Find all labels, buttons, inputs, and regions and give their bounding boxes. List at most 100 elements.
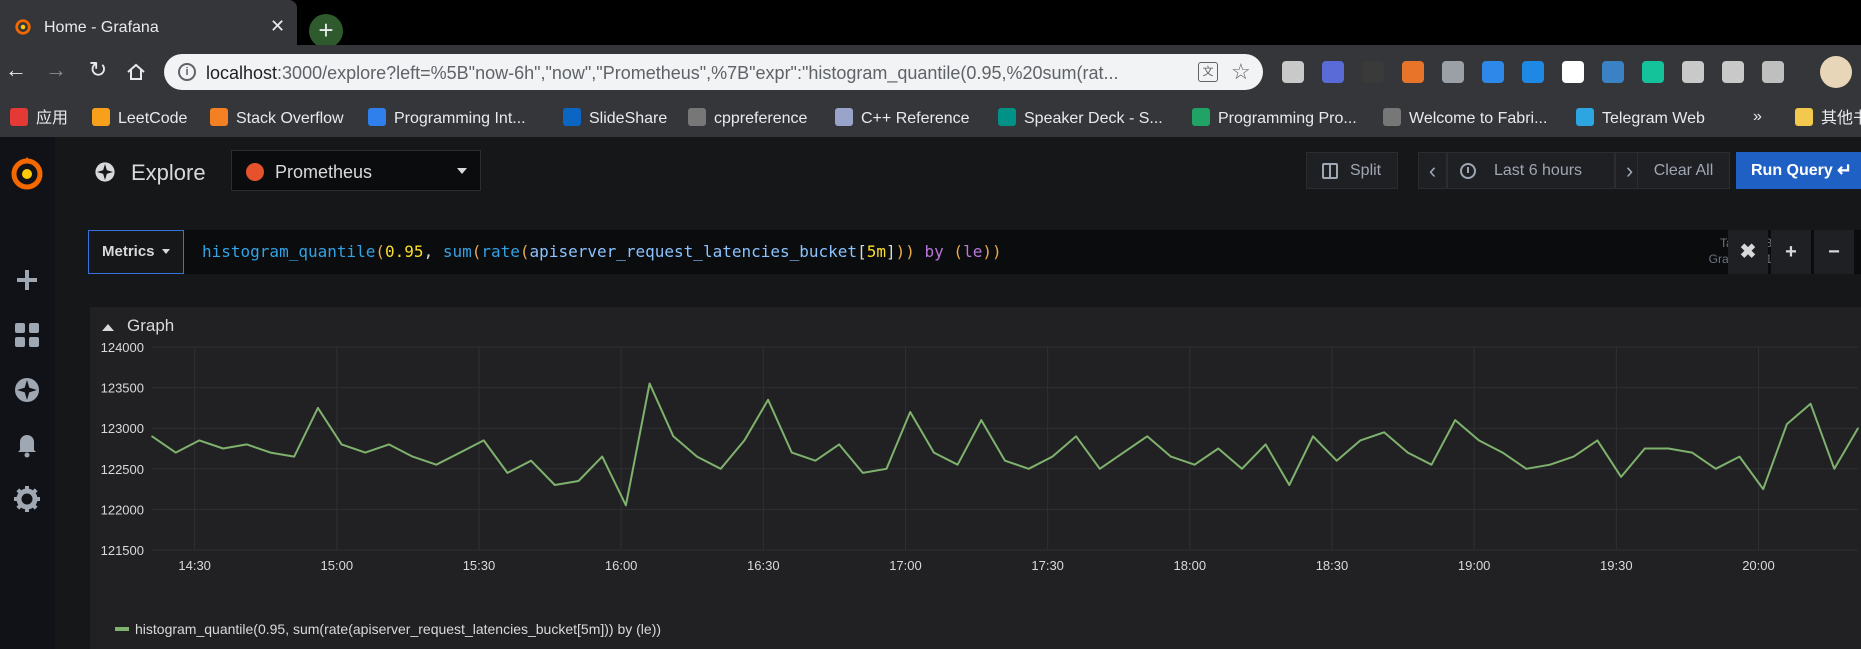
series-point xyxy=(1075,435,1077,438)
back-arrow-icon[interactable]: ← xyxy=(4,59,28,81)
bookmark-star-icon[interactable]: ☆ xyxy=(1231,59,1251,85)
series-point xyxy=(151,435,153,438)
url-text[interactable]: localhost:3000/explore?left=%5B"now-6h",… xyxy=(206,63,1196,84)
time-back-button[interactable]: ‹ xyxy=(1418,152,1447,189)
split-button[interactable]: Split xyxy=(1306,152,1398,189)
other-bookmarks-folder[interactable]: 其他书 xyxy=(1795,108,1861,130)
home-icon[interactable] xyxy=(126,62,146,82)
download-icon[interactable] xyxy=(1762,61,1784,83)
url-host: localhost xyxy=(206,63,278,83)
series-point xyxy=(767,398,769,401)
s-icon[interactable] xyxy=(1522,61,1544,83)
series-point xyxy=(1786,423,1788,425)
tab-close-icon[interactable]: ✕ xyxy=(270,17,285,35)
series-point xyxy=(1264,443,1267,446)
query-token: apiserver_request_latencies_bucket xyxy=(529,242,858,261)
bookmark-item[interactable]: SlideShare xyxy=(563,108,667,130)
query-token xyxy=(915,242,925,261)
series-point xyxy=(554,484,556,486)
query-input[interactable]: histogram_quantile(0.95, sum(rate(apiser… xyxy=(202,242,1002,261)
bookmark-item[interactable]: Welcome to Fabri... xyxy=(1383,108,1547,130)
series-point xyxy=(340,443,343,446)
series-point xyxy=(1857,427,1859,429)
site-info-icon[interactable]: i xyxy=(178,63,196,81)
x-tick-label: 15:30 xyxy=(463,558,496,573)
series-point xyxy=(862,472,864,474)
query-token: histogram_quantile xyxy=(202,242,376,261)
grafana-logo-icon[interactable] xyxy=(7,153,47,193)
series-point xyxy=(1217,447,1220,450)
box-icon[interactable] xyxy=(1602,61,1624,83)
series-point xyxy=(1288,484,1291,486)
search-icon[interactable] xyxy=(1722,61,1744,83)
series-line xyxy=(151,382,1859,507)
collapse-query-button[interactable]: − xyxy=(1814,230,1854,274)
bookmark-label: Programming Int... xyxy=(394,110,526,127)
graph-title: Graph xyxy=(127,316,175,335)
gear-icon[interactable] xyxy=(1682,61,1704,83)
run-query-label: Run Query xyxy=(1751,162,1833,179)
x-tick-label: 16:30 xyxy=(747,558,780,573)
bookmark-item[interactable]: Speaker Deck - S... xyxy=(998,108,1163,130)
time-range-picker[interactable]: Last 6 hours xyxy=(1447,152,1615,189)
metrics-dropdown[interactable]: Metrics xyxy=(88,230,184,274)
other-bookmarks-label: 其他书 xyxy=(1821,110,1861,127)
forward-arrow-icon[interactable]: → xyxy=(44,59,68,81)
explore-main: Explore Prometheus Split ‹ Last 6 hours … xyxy=(55,137,1861,649)
bookmark-item[interactable]: Programming Pro... xyxy=(1192,108,1357,130)
dashboards-grid-icon[interactable] xyxy=(12,320,42,350)
series-point xyxy=(388,443,390,446)
bookmark-item[interactable]: Stack Overflow xyxy=(210,108,344,130)
page-title: Explore xyxy=(131,160,206,185)
bookmark-item[interactable]: Telegram Web xyxy=(1576,108,1705,130)
query-token: le xyxy=(963,242,983,261)
series-point xyxy=(1833,468,1836,470)
new-tab-button[interactable]: + xyxy=(309,14,343,48)
save-icon[interactable] xyxy=(1442,61,1464,83)
reload-icon[interactable]: ↻ xyxy=(86,59,110,81)
enter-icon: ↵ xyxy=(1837,160,1853,180)
translate-icon[interactable]: 文 xyxy=(1198,62,1218,82)
series-point xyxy=(269,451,272,454)
bookmark-label: cppreference xyxy=(714,110,808,127)
split-icon xyxy=(1322,163,1338,179)
pen-icon[interactable] xyxy=(1482,61,1504,83)
alerting-bell-icon[interactable] xyxy=(12,429,42,459)
dots-icon[interactable] xyxy=(1562,61,1584,83)
bookmark-label: Speaker Deck - S... xyxy=(1024,110,1163,127)
bookmark-item[interactable]: cppreference xyxy=(688,108,807,130)
create-plus-icon[interactable] xyxy=(12,265,42,295)
orange-circle-icon[interactable] xyxy=(1402,61,1424,83)
series-point xyxy=(1454,419,1456,421)
r-badge-icon[interactable] xyxy=(1322,61,1344,83)
bookmark-item[interactable]: LeetCode xyxy=(92,108,187,130)
add-query-button[interactable]: + xyxy=(1771,230,1811,274)
cpp-icon xyxy=(688,108,706,126)
run-query-button[interactable]: Run Query ↵ xyxy=(1736,152,1861,189)
remove-query-button[interactable]: ✖ xyxy=(1728,230,1768,274)
address-bar[interactable]: i localhost:3000/explore?left=%5B"now-6h… xyxy=(164,54,1263,90)
bookmark-item[interactable]: 应用 xyxy=(10,108,68,130)
series-point xyxy=(411,455,414,458)
h-icon xyxy=(1192,108,1210,126)
cb-icon[interactable] xyxy=(1362,61,1384,83)
series-point xyxy=(317,407,319,409)
bookmarks-more-chevron[interactable]: » xyxy=(1753,108,1762,126)
bookmark-item[interactable]: C++ Reference xyxy=(835,108,970,130)
series-point xyxy=(364,451,367,454)
shield-icon[interactable] xyxy=(1282,61,1304,83)
configuration-gear-icon[interactable] xyxy=(12,484,42,514)
graph-legend[interactable]: histogram_quantile(0.95, sum(rate(apiser… xyxy=(115,621,661,639)
datasource-picker[interactable]: Prometheus xyxy=(231,150,481,191)
bookmark-item[interactable]: Programming Int... xyxy=(368,108,526,130)
series-point xyxy=(1596,439,1599,442)
grammarly-icon[interactable] xyxy=(1642,61,1664,83)
explore-compass-icon[interactable] xyxy=(12,375,42,405)
profile-avatar[interactable] xyxy=(1820,56,1852,88)
query-row: Metrics histogram_quantile(0.95, sum(rat… xyxy=(88,230,1861,274)
linkedin-icon xyxy=(563,108,581,126)
browser-tab[interactable]: Home - Grafana ✕ xyxy=(0,0,297,45)
series-point xyxy=(1193,463,1196,466)
series-point xyxy=(1572,455,1575,458)
clear-all-button[interactable]: Clear All xyxy=(1637,152,1730,189)
